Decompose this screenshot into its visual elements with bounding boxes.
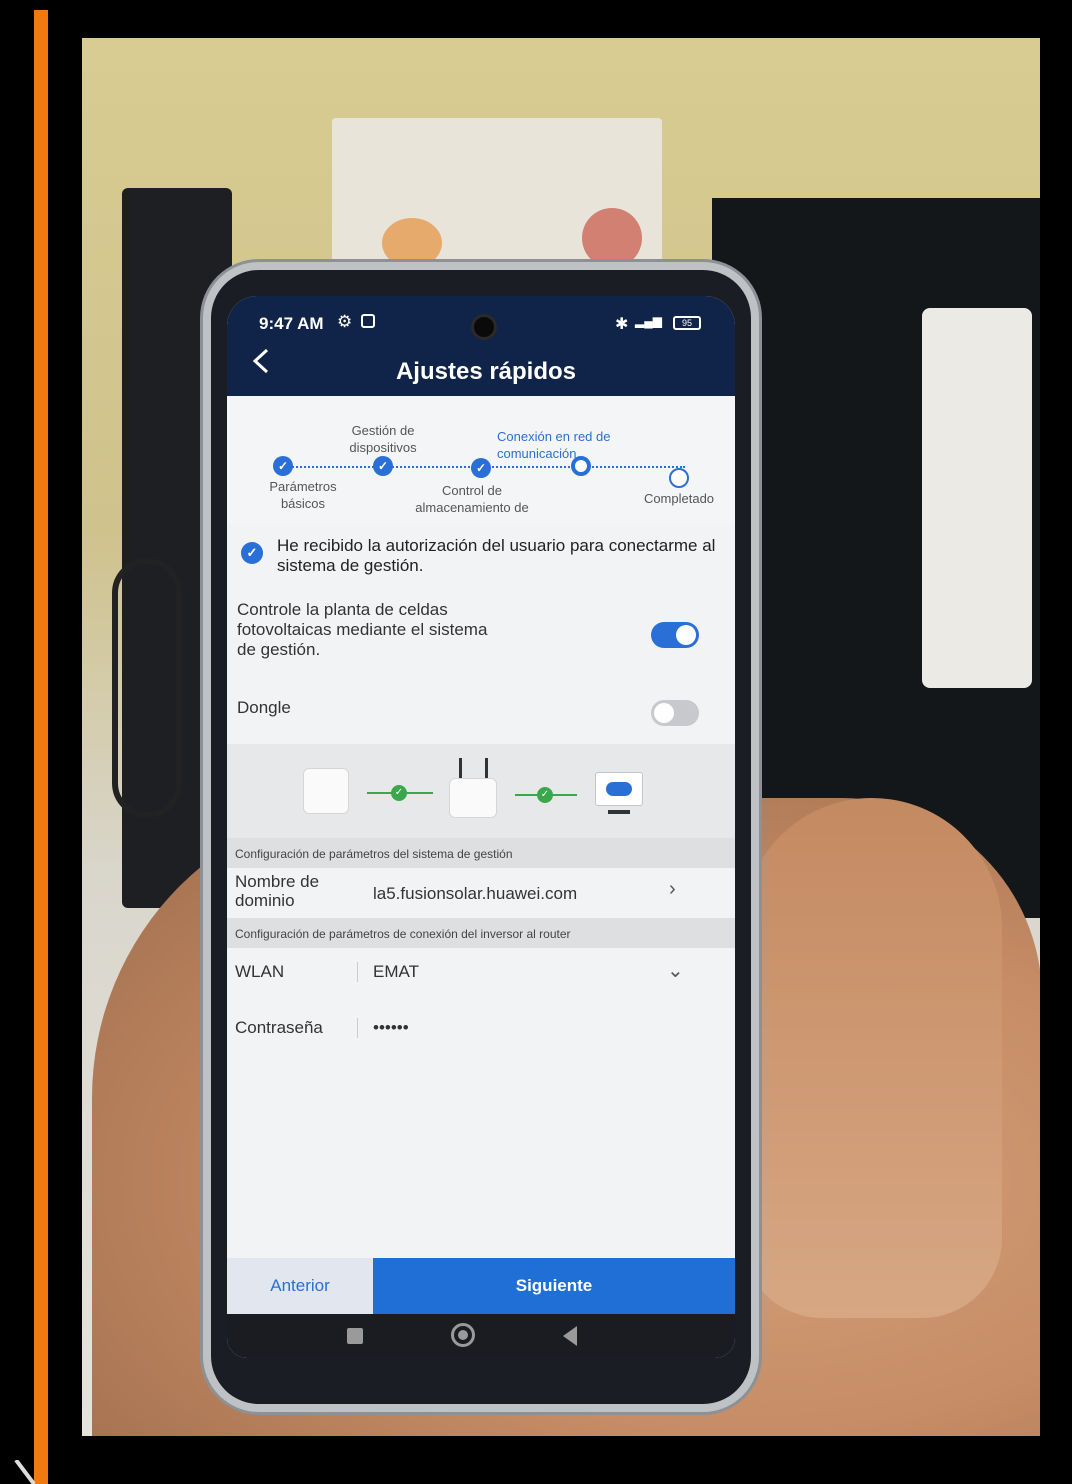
password-field-row[interactable]: Contraseña •••••• (227, 1004, 735, 1054)
notification-icon (361, 314, 375, 328)
domain-value: la5.fusionsolar.huawei.com (373, 884, 578, 903)
page-title: Ajustes rápidos (395, 358, 577, 385)
field-separator (357, 1018, 358, 1038)
password-input[interactable]: •••••• (373, 1018, 409, 1038)
cable (112, 558, 182, 818)
sign-logo-red (582, 208, 642, 268)
dongle-label: Dongle (237, 698, 291, 717)
home-icon[interactable] (451, 1323, 475, 1347)
step-1-dot: ✓ (273, 456, 293, 476)
status-time: 9:47 AM (259, 314, 324, 333)
inverter-device (922, 308, 1032, 688)
domain-label: Nombre de dominio (235, 872, 320, 910)
step-5-label: Completado (643, 491, 715, 506)
authorization-row[interactable]: ✓ He recibido la autorización del usuari… (227, 528, 735, 586)
monitor-stand (608, 810, 630, 814)
step-2-label: Gestión de dispositivos (349, 423, 417, 455)
connection-diagram: ✓ ✓ (227, 744, 735, 838)
dongle-toggle[interactable] (651, 700, 699, 726)
step-4-label: Conexión en red de comunicación (497, 429, 611, 461)
step-progress: ✓ Parámetros básicos ✓ Gestión de dispos… (227, 396, 735, 524)
wlan-field-row[interactable]: WLAN EMAT ⌄ (227, 948, 735, 998)
field-separator (357, 962, 358, 982)
signal-icon: ▂▄▆ (635, 314, 662, 328)
gear-icon: ⚙ (337, 312, 353, 331)
domain-field-row[interactable]: Nombre de dominio la5.fusionsolar.huawei… (227, 868, 735, 918)
connected-check-icon: ✓ (537, 787, 553, 803)
sign-logo-orange (382, 218, 442, 268)
bluetooth-icon: ✱ (615, 316, 629, 333)
password-label: Contraseña (235, 1018, 323, 1037)
camera-hole (471, 314, 497, 340)
cloud-icon (606, 782, 632, 796)
control-plant-toggle[interactable] (651, 622, 699, 648)
chevron-right-icon[interactable]: › (669, 878, 676, 901)
wlan-value[interactable]: EMAT (373, 962, 419, 982)
checkbox-checked-icon[interactable]: ✓ (241, 542, 263, 564)
wlan-label: WLAN (235, 962, 285, 981)
previous-button[interactable]: Anterior (227, 1258, 373, 1314)
orange-accent-bar (34, 10, 48, 1484)
phone-screen: 9:47 AM ⚙ ✱ ▂▄▆ 95 Ajustes rápidos ✓ Par… (227, 296, 735, 1358)
control-plant-label: Controle la planta de celdas fotovoltaic… (237, 600, 488, 659)
footer-buttons: Anterior Siguiente (227, 1258, 735, 1314)
step-1-label: Parámetros básicos (269, 479, 337, 511)
step-3-label: Control de almacenamiento de (415, 483, 529, 515)
step-5-dot (669, 468, 689, 488)
control-plant-row: Controle la planta de celdas fotovoltaic… (227, 596, 735, 676)
connected-check-icon: ✓ (391, 785, 407, 801)
corner-mark (14, 1460, 36, 1484)
dongle-row: Dongle (227, 686, 735, 742)
app-header: 9:47 AM ⚙ ✱ ▂▄▆ 95 Ajustes rápidos (227, 296, 735, 396)
step-2-dot: ✓ (373, 456, 393, 476)
step-3-dot: ✓ (471, 458, 491, 478)
authorization-text: He recibido la autorización del usuario … (277, 536, 716, 575)
back-triangle-icon[interactable] (563, 1326, 577, 1346)
recent-apps-icon[interactable] (347, 1328, 363, 1344)
thumb (742, 798, 1002, 1318)
chevron-down-icon[interactable]: ⌄ (667, 958, 684, 983)
next-button[interactable]: Siguiente (373, 1258, 735, 1314)
inverter-icon (303, 768, 349, 814)
management-section-header: Configuración de parámetros del sistema … (227, 838, 735, 868)
system-nav-bar (227, 1314, 735, 1358)
battery-icon: 95 (673, 316, 701, 330)
router-section-header: Configuración de parámetros de conexión … (227, 918, 735, 948)
router-icon (449, 778, 497, 818)
